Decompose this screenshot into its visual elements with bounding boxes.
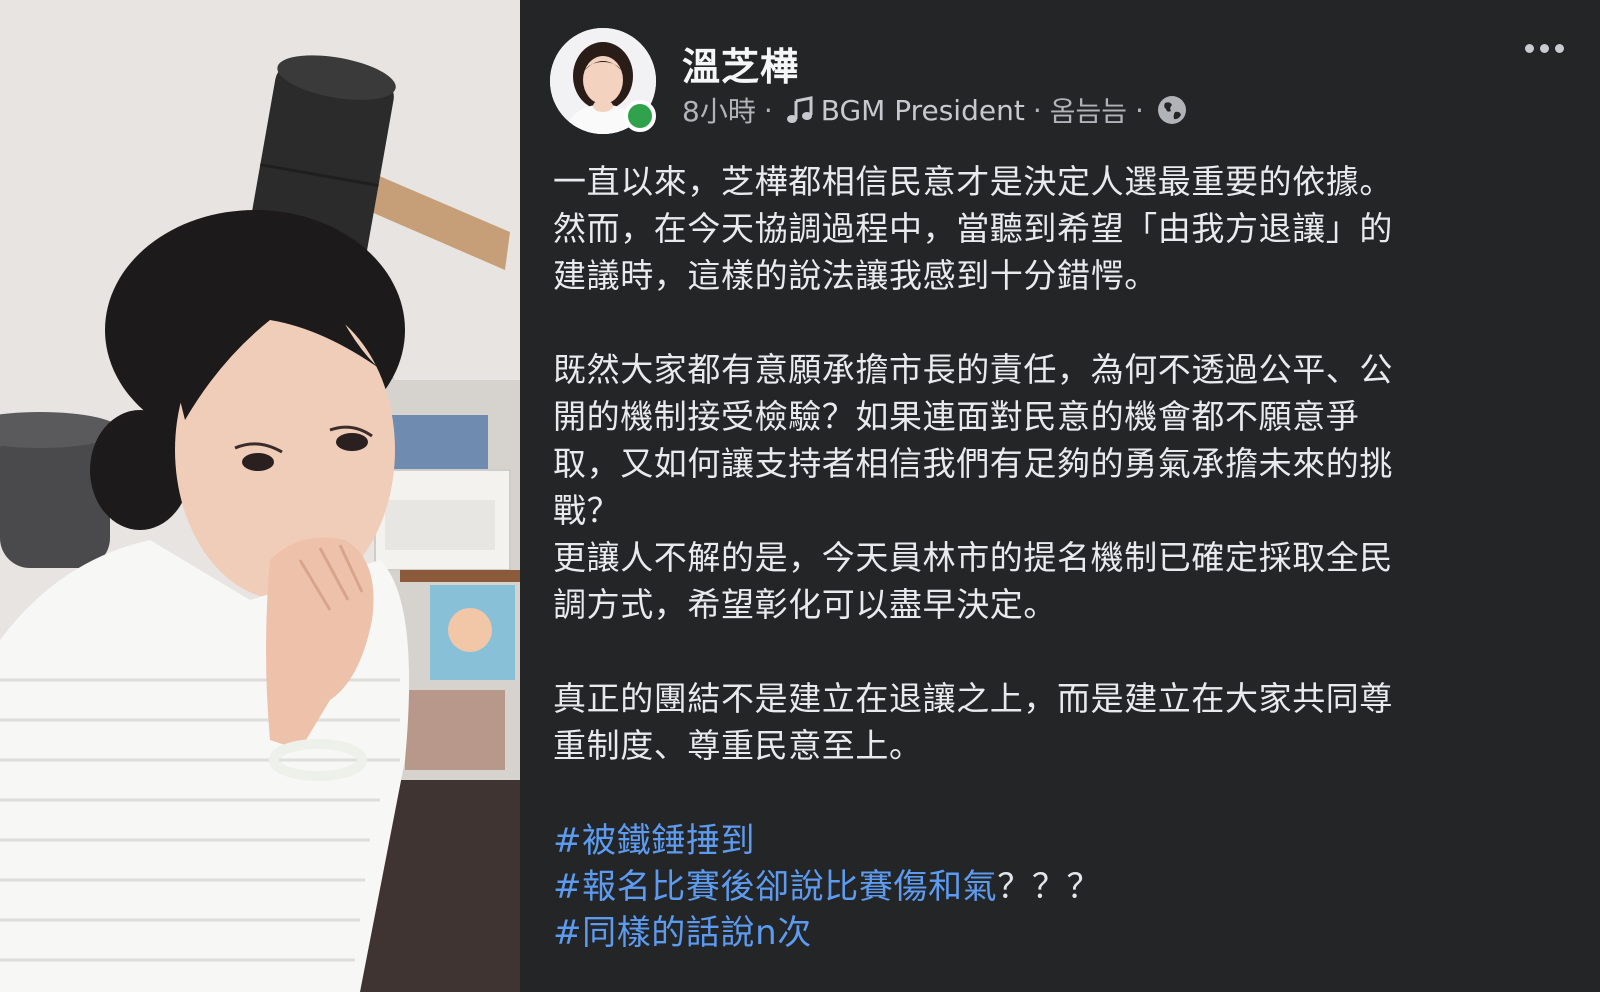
- post-line: 建議時，這樣的說法讓我感到十分錯愕。: [553, 256, 1158, 295]
- post-line: 一直以來，芝樺都相信民意才是決定人選最重要的依據。: [553, 162, 1393, 201]
- hashtag-link[interactable]: #被鐵錘捶到: [553, 821, 755, 861]
- more-dot: [1540, 44, 1549, 53]
- hashtag-link[interactable]: #同樣的話說n次: [553, 913, 812, 953]
- hashtag-link[interactable]: #報名比賽後卻說比賽傷和氣: [553, 867, 997, 907]
- hashtag-suffix: ？？？: [997, 867, 1102, 907]
- hashtag-row: #被鐵錘捶到: [553, 818, 1101, 864]
- hashtag-list: #被鐵錘捶到 #報名比賽後卻說比賽傷和氣？？？ #同樣的話說n次: [553, 818, 1101, 956]
- post-line: 既然大家都有意願承擔市長的責任，為何不透過公平、公: [553, 350, 1393, 389]
- author-name[interactable]: 溫芝樺: [682, 36, 799, 91]
- more-options-button[interactable]: [1525, 44, 1564, 53]
- post-photo[interactable]: [0, 0, 520, 992]
- post-line: 真正的團結不是建立在退讓之上，而是建立在大家共同尊: [553, 679, 1393, 718]
- photo-illustration: [0, 0, 520, 992]
- post-time[interactable]: 8小時: [682, 90, 756, 130]
- music-note-icon: [785, 95, 815, 125]
- globe-icon[interactable]: [1156, 94, 1188, 126]
- post-meta: 8小時 · BGM President · 옴늠늠 ·: [682, 90, 1188, 130]
- online-status-dot: [624, 100, 656, 132]
- meta-separator: ·: [763, 93, 773, 127]
- post-text: 一直以來，芝樺都相信民意才是決定人選最重要的依據。 然而，在今天協調過程中，當聽…: [553, 158, 1563, 769]
- post-line: 調方式，希望彰化可以盡早決定。: [553, 585, 1057, 624]
- post-line: 更讓人不解的是，今天員林市的提名機制已確定採取全民: [553, 538, 1393, 577]
- post-line: 開的機制接受檢驗？如果連面對民意的機會都不願意爭: [553, 397, 1360, 436]
- meta-separator: ·: [1135, 93, 1144, 127]
- hashtag-row: #同樣的話說n次: [553, 910, 1101, 956]
- post-line: 然而，在今天協調過程中，當聽到希望「由我方退讓」的: [553, 209, 1393, 248]
- music-artist[interactable]: 옴늠늠: [1050, 90, 1127, 130]
- more-dot: [1555, 44, 1564, 53]
- music-track-link[interactable]: BGM President: [821, 94, 1025, 127]
- meta-separator: ·: [1032, 93, 1042, 127]
- post-line: 戰？: [553, 491, 621, 530]
- post-line: 取，又如何讓支持者相信我們有足夠的勇氣承擔未來的挑: [553, 444, 1393, 483]
- hashtag-row: #報名比賽後卻說比賽傷和氣？？？: [553, 864, 1101, 910]
- facebook-post: 溫芝樺 8小時 · BGM President · 옴늠늠 · 一直以來，芝樺都…: [520, 0, 1600, 992]
- more-dot: [1525, 44, 1534, 53]
- post-line: 重制度、尊重民意至上。: [553, 726, 923, 765]
